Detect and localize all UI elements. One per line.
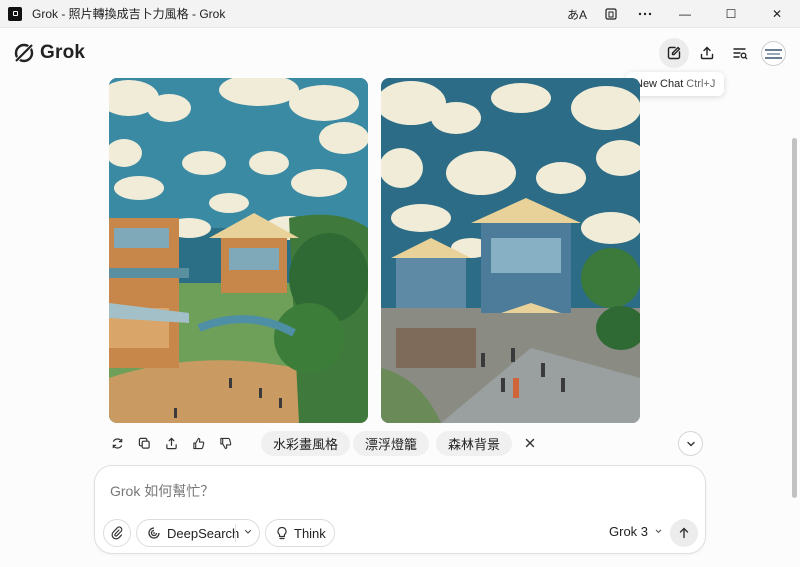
prompt-input[interactable]: [110, 483, 670, 499]
suggestion-chip[interactable]: 森林背景: [436, 431, 513, 456]
suggestion-chip[interactable]: 漂浮燈籠: [353, 431, 430, 456]
composer: DeepSearch Think Grok 3: [94, 465, 706, 554]
grok-logo[interactable]: Grok: [12, 41, 85, 65]
tooltip-label: New Chat: [635, 78, 684, 90]
copy-icon: [138, 437, 150, 449]
regenerate-button[interactable]: [108, 434, 127, 453]
new-chat-button[interactable]: [659, 38, 689, 68]
avatar[interactable]: [761, 41, 786, 66]
app-icon: [8, 6, 22, 21]
think-label: Think: [294, 525, 326, 541]
translate-button[interactable]: あA: [560, 0, 594, 28]
think-button[interactable]: Think: [265, 519, 335, 547]
paperclip-icon: [111, 526, 123, 540]
response-actions: [108, 434, 235, 453]
thumbs-up-button[interactable]: [189, 434, 208, 453]
close-icon: [525, 438, 535, 448]
lightbulb-icon: [277, 526, 287, 540]
deepsearch-icon: [148, 527, 160, 539]
divider: [235, 524, 236, 542]
share-response-button[interactable]: [162, 434, 181, 453]
thumbs-down-button[interactable]: [216, 434, 235, 453]
deepsearch-button[interactable]: DeepSearch: [136, 519, 260, 547]
dismiss-suggestions-button[interactable]: [518, 431, 542, 455]
share-button[interactable]: [692, 38, 722, 68]
suggestion-chip[interactable]: 水彩畫風格: [261, 431, 351, 456]
close-button[interactable]: ✕: [754, 0, 800, 28]
new-chat-icon: [667, 46, 681, 60]
window-title: Grok - 照片轉換成吉卜力風格 - Grok: [32, 7, 226, 21]
history-button[interactable]: [725, 38, 755, 68]
title-bar: Grok - 照片轉換成吉卜力風格 - Grok あA — ☐ ✕: [0, 0, 800, 28]
maximize-button[interactable]: ☐: [708, 0, 754, 28]
chevron-down-icon: [686, 441, 695, 446]
thumbs-up-icon: [193, 437, 205, 450]
chevron-down-icon[interactable]: [243, 527, 253, 537]
minimize-button[interactable]: —: [662, 0, 708, 28]
scroll-to-bottom-button[interactable]: [678, 431, 703, 456]
send-button[interactable]: [670, 519, 698, 547]
chevron-down-icon: [655, 529, 662, 534]
share-icon: [166, 437, 177, 450]
new-chat-tooltip: New Chat Ctrl+J: [626, 72, 725, 96]
model-selector[interactable]: Grok 3: [609, 524, 663, 539]
logo-text: Grok: [40, 42, 86, 63]
window-controls: あA — ☐ ✕: [560, 0, 800, 28]
generated-image-2[interactable]: [381, 78, 640, 423]
grok-logo-icon: [13, 42, 35, 64]
more-icon[interactable]: [628, 0, 662, 28]
share-icon: [700, 46, 714, 60]
extension-icon[interactable]: [594, 0, 628, 28]
regenerate-icon: [112, 438, 123, 449]
deepsearch-label: DeepSearch: [167, 525, 240, 541]
generated-image-1[interactable]: [109, 78, 368, 423]
copy-button[interactable]: [135, 434, 154, 453]
tooltip-shortcut: Ctrl+J: [686, 78, 716, 90]
model-label: Grok 3: [609, 524, 649, 539]
history-icon: [733, 48, 748, 60]
scrollbar-thumb[interactable]: [792, 138, 797, 498]
arrow-up-icon: [679, 527, 689, 539]
attach-button[interactable]: [103, 519, 131, 547]
thumbs-down-icon: [220, 437, 232, 450]
scrollbar[interactable]: [790, 70, 798, 567]
